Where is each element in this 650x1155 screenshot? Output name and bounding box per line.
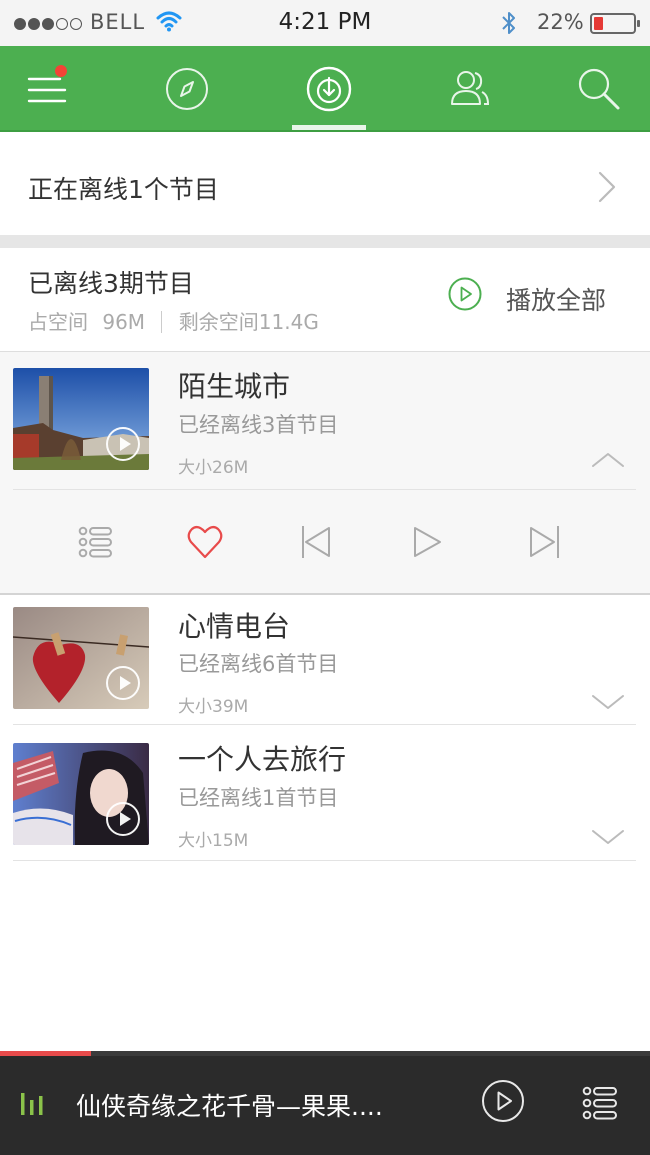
chevron-up-icon[interactable]	[590, 450, 626, 474]
list-item[interactable]: 陌生城市 已经离线3首节目 大小26M	[0, 352, 650, 490]
battery-percent: 22%	[537, 10, 584, 34]
active-tab-indicator	[292, 125, 366, 130]
search-icon[interactable]	[574, 64, 624, 114]
program-count: 已经离线6首节目	[178, 652, 339, 676]
progress-track[interactable]	[0, 1051, 650, 1056]
thumbnail-play-icon[interactable]	[106, 802, 140, 836]
play-all-icon[interactable]	[447, 276, 483, 316]
program-size: 大小39M	[178, 697, 249, 717]
summary-title: 已离线3期节目	[28, 269, 194, 298]
now-playing-title[interactable]: 仙侠奇缘之花千骨—果果....	[76, 1087, 456, 1123]
expanded-controls	[0, 490, 650, 594]
previous-track-icon[interactable]	[297, 522, 337, 562]
chevron-right-icon	[594, 170, 618, 208]
program-count: 已经离线3首节目	[178, 413, 339, 437]
play-all-button[interactable]: 播放全部	[506, 281, 606, 317]
chevron-down-icon[interactable]	[590, 692, 626, 716]
chevron-down-icon[interactable]	[590, 827, 626, 851]
battery-level	[594, 17, 603, 30]
used-label: 占空间	[28, 310, 88, 334]
mini-player: 仙侠奇缘之花千骨—果果....	[0, 1051, 650, 1155]
program-count: 已经离线1首节目	[178, 786, 339, 810]
program-title: 心情电台	[178, 610, 291, 643]
list-item[interactable]: 一个人去旅行 已经离线1首节目 大小15M	[0, 725, 650, 861]
free-space: 剩余空间11.4G	[178, 310, 319, 334]
status-bar: BELL 4:21 PM 22%	[0, 0, 650, 46]
storage-info: 占空间 96M 剩余空间11.4G	[28, 306, 319, 335]
playlist-icon[interactable]	[76, 522, 116, 562]
offline-summary: 已离线3期节目 占空间 96M 剩余空间11.4G 播放全部	[0, 248, 650, 352]
progress-bar	[0, 1051, 91, 1056]
section-divider	[0, 235, 650, 248]
next-track-icon[interactable]	[525, 522, 565, 562]
program-title: 一个人去旅行	[178, 743, 347, 776]
thumbnail-play-icon[interactable]	[106, 666, 140, 700]
program-title: 陌生城市	[178, 370, 291, 403]
users-icon[interactable]	[444, 64, 494, 114]
bluetooth-icon	[500, 10, 518, 40]
program-thumbnail[interactable]	[13, 743, 149, 845]
row-divider	[13, 860, 636, 861]
downloading-label: 正在离线1个节目	[28, 175, 219, 204]
notification-dot	[55, 65, 67, 77]
battery-icon	[590, 13, 640, 34]
used-value: 96M	[102, 310, 146, 334]
top-nav	[0, 46, 650, 132]
download-icon[interactable]	[304, 64, 354, 114]
player-play-icon[interactable]	[481, 1079, 525, 1127]
player-playlist-icon[interactable]	[580, 1084, 620, 1126]
program-thumbnail[interactable]	[13, 607, 149, 709]
equalizer-icon	[20, 1087, 44, 1121]
favorite-heart-icon[interactable]	[185, 522, 225, 562]
play-track-icon[interactable]	[407, 522, 447, 562]
compass-icon[interactable]	[162, 64, 212, 114]
program-size: 大小15M	[178, 831, 249, 851]
downloading-row[interactable]: 正在离线1个节目	[0, 132, 650, 235]
program-thumbnail[interactable]	[13, 368, 149, 470]
list-item[interactable]: 心情电台 已经离线6首节目 大小39M	[0, 596, 650, 724]
program-size: 大小26M	[178, 458, 249, 478]
thumbnail-play-icon[interactable]	[106, 427, 140, 461]
